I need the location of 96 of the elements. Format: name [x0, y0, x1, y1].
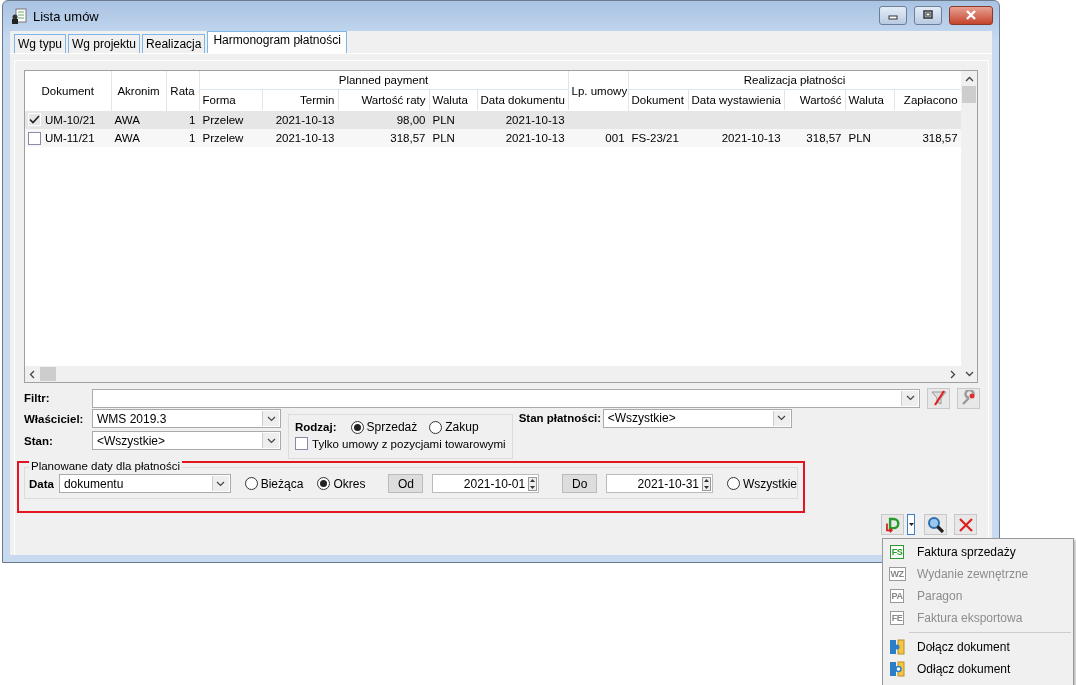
scroll-right-icon — [950, 369, 956, 379]
filter-settings-button[interactable] — [957, 387, 980, 409]
owner-combo[interactable]: WMS 2019.3 — [92, 409, 281, 428]
table-cell: 001 — [605, 132, 625, 144]
radio-button[interactable]: Bieżąca — [244, 476, 304, 491]
scroll-up-icon — [964, 76, 974, 82]
window-title: Lista umów — [33, 8, 99, 24]
field-label: Rodzaj: — [295, 421, 337, 433]
chevron-down-icon — [216, 480, 226, 487]
field-label: Filtr: — [24, 392, 51, 404]
spinner-arrows-icon — [528, 476, 538, 491]
document-list-icon — [11, 8, 27, 24]
horizontal-scrollbar[interactable] — [25, 366, 977, 382]
radio-button[interactable]: Sprzedaż — [350, 420, 418, 434]
column-header[interactable]: Akronim — [111, 71, 166, 111]
clear-filter-button[interactable] — [927, 387, 950, 409]
search-button[interactable] — [924, 514, 947, 535]
to-button[interactable]: Do — [562, 474, 598, 493]
maximize-button[interactable] — [914, 5, 942, 25]
spinner-arrows-icon — [702, 476, 711, 491]
tab[interactable]: Realizacja — [142, 34, 206, 53]
delete-button[interactable] — [954, 514, 977, 535]
close-icon — [958, 517, 973, 532]
from-date-field[interactable]: 2021-10-01 — [432, 474, 540, 493]
field-label: Właściciel: — [24, 412, 85, 425]
close-button[interactable] — [949, 5, 993, 25]
field-label: Stan: — [24, 434, 54, 447]
minimize-button[interactable] — [879, 5, 907, 25]
table-cell: 1 — [189, 113, 196, 126]
document-type-icon: FE — [889, 611, 905, 625]
table-cell: PLN — [432, 132, 455, 144]
table-cell: AWA — [114, 132, 140, 144]
attach-document-icon — [889, 639, 905, 655]
table-cell: 318,57 — [922, 132, 958, 144]
chevron-down-icon — [266, 415, 276, 422]
column-group-header: Realizacja płatności — [628, 71, 961, 90]
table-cell: Przelew — [202, 132, 244, 144]
table-cell: Przelew — [202, 114, 244, 126]
table-cell: PLN — [848, 132, 871, 144]
column-group-header: Planned payment — [199, 71, 569, 90]
document-type-icon: FS — [889, 545, 905, 559]
generate-document-button[interactable] — [881, 514, 904, 535]
menu-item[interactable]: Odłącz dokument — [883, 658, 1073, 680]
from-button[interactable]: Od — [388, 474, 424, 493]
document-type-icon: WZ — [888, 567, 906, 581]
tab[interactable]: Wg projektu — [68, 34, 141, 53]
table-cell: PLN — [432, 114, 455, 126]
to-date-field[interactable]: 2021-10-31 — [606, 474, 713, 493]
chevron-down-icon — [905, 395, 915, 401]
detach-document-icon — [889, 661, 905, 677]
radio-button[interactable]: Okres — [317, 476, 366, 491]
scroll-down-icon — [965, 371, 974, 377]
column-header[interactable]: Lp. umowy — [568, 71, 629, 111]
scroll-left-icon — [29, 369, 35, 379]
scroll-thumb[interactable] — [40, 367, 56, 381]
date-type-combo[interactable]: dokumentu — [58, 474, 231, 493]
table-cell: UM-11/21 — [45, 132, 95, 144]
table-cell: 2021-10-13 — [275, 114, 335, 126]
document-type-icon: PA — [889, 589, 905, 603]
menu-item[interactable]: FS Faktura sprzedaży — [883, 541, 1073, 563]
field-label: Stan płatności: — [518, 412, 603, 424]
column-header[interactable]: Rata — [166, 71, 199, 111]
row-checkbox[interactable] — [28, 131, 41, 145]
scroll-thumb[interactable] — [962, 86, 976, 103]
maximize-icon — [923, 10, 933, 20]
table-cell: 98,00 — [396, 114, 426, 126]
caret-icon — [908, 523, 914, 526]
field-label: Data — [29, 477, 54, 490]
radio-button[interactable]: Wszystkie — [727, 476, 797, 491]
search-icon — [927, 516, 944, 533]
table-cell: 318,57 — [390, 132, 426, 144]
dropdown-button[interactable] — [907, 514, 915, 535]
funnel-slash-icon — [929, 390, 948, 406]
table-cell: 2021-10-13 — [721, 132, 781, 144]
table-cell: 2021-10-13 — [505, 132, 565, 144]
table-cell: 1 — [189, 132, 196, 144]
close-icon — [965, 10, 977, 20]
vertical-scrollbar[interactable] — [961, 71, 977, 366]
document-d-arrow-icon — [885, 516, 900, 533]
state-combo[interactable]: <Wszystkie> — [92, 431, 281, 450]
filter-field[interactable] — [92, 388, 920, 408]
table-cell: UM-10/21 — [45, 113, 96, 126]
payment-state-combo[interactable]: <Wszystkie> — [602, 408, 792, 428]
table-cell: 2021-10-13 — [505, 114, 565, 126]
chevron-down-icon — [266, 437, 276, 444]
chevron-down-icon — [777, 415, 787, 421]
radio-button[interactable]: Zakup — [429, 420, 479, 434]
tab[interactable]: Harmonogram płatności — [207, 31, 347, 53]
table-cell: 2021-10-13 — [275, 132, 335, 144]
table-cell: AWA — [114, 113, 140, 126]
table-cell: 318,57 — [806, 132, 842, 144]
group-title: Planowane daty dla płatności — [29, 460, 182, 472]
checkbox-option[interactable]: Tylko umowy z pozycjami towarowymi — [295, 437, 506, 450]
table-cell: FS-23/21 — [631, 132, 679, 144]
tab[interactable]: Wg typu — [14, 34, 66, 53]
menu-item[interactable]: Dołącz dokument — [883, 636, 1073, 658]
